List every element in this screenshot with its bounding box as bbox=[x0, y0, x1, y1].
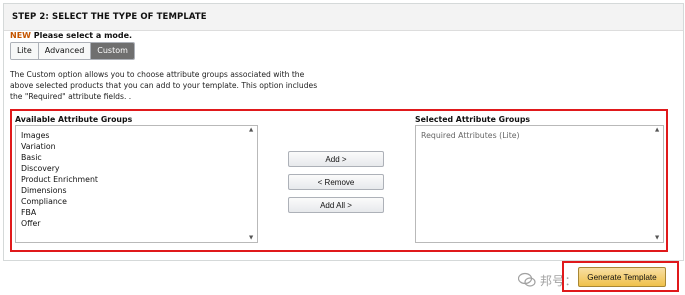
selected-groups-items: Required Attributes (Lite) bbox=[421, 130, 520, 141]
scroll-down-icon[interactable]: ▼ bbox=[655, 235, 659, 241]
selected-scrollbar[interactable]: ▲ ▼ bbox=[654, 126, 663, 242]
mode-selector: Lite Advanced Custom bbox=[10, 42, 135, 60]
selected-groups-listbox[interactable]: Required Attributes (Lite) ▲ ▼ bbox=[415, 125, 664, 243]
custom-mode-description: The Custom option allows you to choose a… bbox=[10, 70, 318, 101]
scroll-up-icon[interactable]: ▲ bbox=[249, 127, 253, 133]
mode-advanced-button[interactable]: Advanced bbox=[38, 43, 92, 59]
chat-bubble-icon bbox=[518, 272, 536, 287]
list-item[interactable]: Dimensions bbox=[21, 185, 98, 196]
scroll-up-icon[interactable]: ▲ bbox=[655, 127, 659, 133]
list-item[interactable]: FBA bbox=[21, 207, 98, 218]
list-item[interactable]: Basic bbox=[21, 152, 98, 163]
available-scrollbar[interactable]: ▲ ▼ bbox=[248, 126, 257, 242]
mode-prompt: NEW Please select a mode. bbox=[10, 31, 132, 40]
step-header: STEP 2: SELECT THE TYPE OF TEMPLATE bbox=[4, 4, 683, 31]
list-item[interactable]: Images bbox=[21, 130, 98, 141]
add-button[interactable]: Add > bbox=[288, 151, 384, 167]
list-item[interactable]: Product Enrichment bbox=[21, 174, 98, 185]
add-all-button[interactable]: Add All > bbox=[288, 197, 384, 213]
available-groups-items: Images Variation Basic Discovery Product Enr… bbox=[21, 130, 98, 229]
selected-groups-label: Selected Attribute Groups bbox=[415, 115, 531, 124]
generate-template-button[interactable]: Generate Template bbox=[578, 267, 666, 287]
remove-button[interactable]: < Remove bbox=[288, 174, 384, 190]
available-groups-label: Available Attribute Groups bbox=[15, 115, 133, 124]
available-groups-listbox[interactable]: Images Variation Basic Discovery Product Enr… bbox=[15, 125, 258, 243]
mode-lite-button[interactable]: Lite bbox=[11, 43, 39, 59]
list-item[interactable]: Compliance bbox=[21, 196, 98, 207]
list-item[interactable]: Discovery bbox=[21, 163, 98, 174]
scroll-down-icon[interactable]: ▼ bbox=[249, 235, 253, 241]
mode-prompt-text: Please select a mode. bbox=[30, 31, 133, 40]
new-badge: NEW bbox=[10, 31, 31, 40]
mode-custom-button[interactable]: Custom bbox=[91, 43, 134, 59]
list-item[interactable]: Variation bbox=[21, 141, 98, 152]
list-item[interactable]: Required Attributes (Lite) bbox=[421, 130, 520, 141]
list-item[interactable]: Offer bbox=[21, 218, 98, 229]
